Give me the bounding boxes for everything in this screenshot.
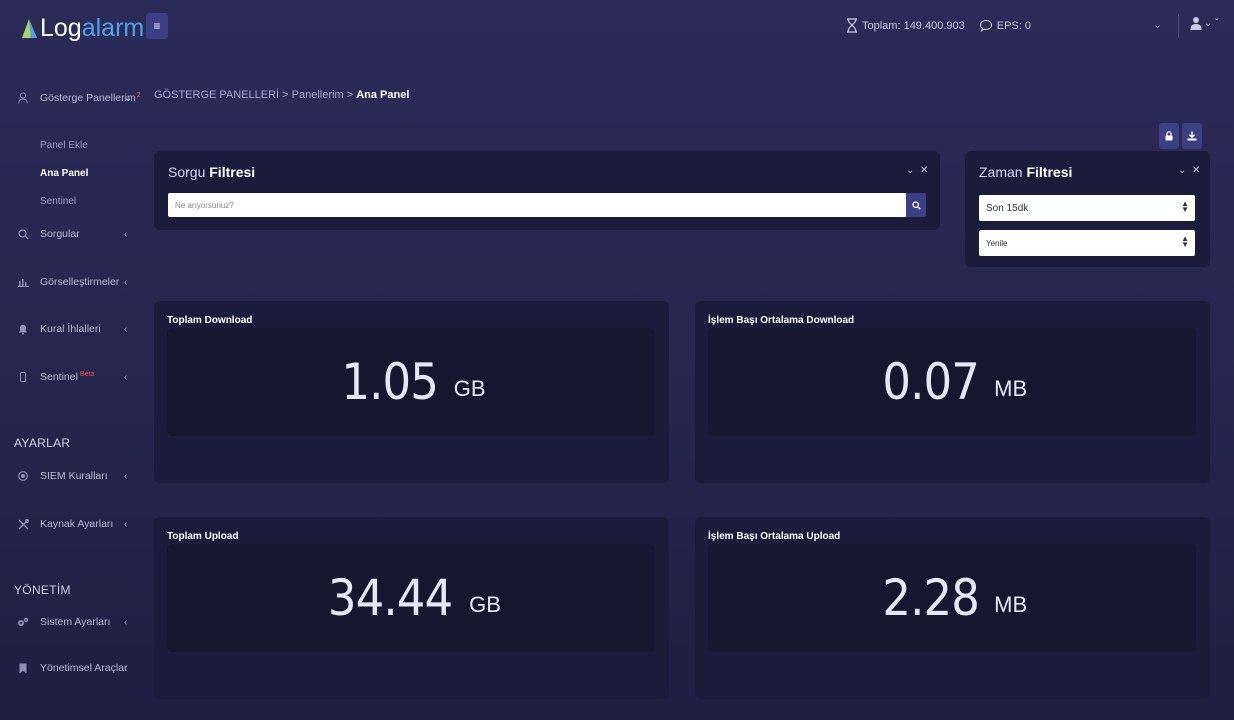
target-icon	[16, 471, 30, 481]
sidebar-item-label: Kaynak Ayarları	[40, 518, 114, 530]
metric-title: İşlem Başı Ortalama Upload	[708, 531, 841, 542]
chat-bubble-icon	[979, 19, 992, 32]
eps-value: EPS: 0	[996, 19, 1031, 32]
user-outline-icon	[16, 92, 30, 104]
sidebar: Gösterge Panellerim2 ⌄ Panel Ekle Ana Pa…	[0, 56, 141, 720]
total-stat: Toplam: 149.400.903	[846, 18, 965, 33]
time-range-select[interactable]: Son 15dk ▲ ▼	[979, 195, 1195, 221]
eps-stat: EPS: 0	[979, 19, 1031, 32]
download-button[interactable]	[1182, 123, 1202, 149]
close-icon[interactable]: ✕	[1192, 165, 1200, 176]
logo-text-alarm: alarm	[81, 14, 145, 42]
logo-text-log: Log	[40, 14, 82, 42]
sidebar-item-label: Sorgular	[40, 228, 80, 240]
search-icon	[911, 200, 921, 210]
sidebar-item-label: Yönetimsel Araçlar	[40, 662, 128, 674]
metric-title: Toplam Upload	[167, 531, 239, 542]
chevron-left-icon: ‹	[124, 616, 128, 628]
sidebar-item-label: Sentinel Beta	[40, 371, 95, 383]
download-icon	[1187, 131, 1197, 141]
beta-badge: Beta	[79, 371, 95, 378]
settings-heading: AYARLAR	[14, 436, 71, 450]
mobile-icon	[16, 372, 30, 382]
management-heading: YÖNETİM	[14, 583, 71, 597]
menu-toggle-button[interactable]: ≡	[146, 13, 168, 39]
refresh-select[interactable]: Yenile ▲ ▼	[979, 230, 1195, 256]
top-bar: Log alarm ≡ Toplam: 149.400.903 EPS: 0 ⌄ …	[0, 0, 1234, 56]
collapse-icon[interactable]: ⌄	[906, 165, 914, 176]
metric-unit: MB	[994, 592, 1028, 617]
header-stats: Toplam: 149.400.903 EPS: 0	[846, 18, 1045, 33]
header-divider	[1178, 14, 1179, 38]
metric-box: 0.07 MB	[708, 328, 1196, 436]
chevron-left-icon: ‹	[124, 518, 128, 530]
close-icon[interactable]: ✕	[920, 165, 928, 176]
chevron-left-icon: ‹	[124, 662, 128, 674]
search-button[interactable]	[906, 193, 926, 217]
chevron-left-icon: ‹	[124, 470, 128, 482]
bar-chart-icon	[16, 277, 30, 287]
time-range-value: Son 15dk	[986, 202, 1029, 214]
metric-title: İşlem Başı Ortalama Download	[708, 315, 855, 326]
metric-panel-total-download: Toplam Download 1.05 GB	[154, 301, 669, 483]
sidebar-subitem-main-panel[interactable]: Ana Panel	[40, 168, 88, 179]
metric-panel-avg-download: İşlem Başı Ortalama Download 0.07 MB	[695, 301, 1210, 483]
metric-value: 1.05	[341, 353, 439, 411]
metric-unit: GB	[469, 592, 501, 617]
sidebar-item-label: Kural İhlalleri	[40, 323, 101, 335]
metric-value: 2.28	[882, 569, 979, 627]
user-menu[interactable]: ⌄ ˇ	[1190, 16, 1219, 30]
sidebar-subitem-sentinel[interactable]: Sentinel	[40, 196, 76, 207]
refresh-value: Yenile	[986, 238, 1008, 248]
chevron-down-icon: ⌄	[124, 92, 133, 104]
tools-icon	[16, 518, 30, 530]
metric-value: 0.07	[882, 353, 979, 411]
logo[interactable]: Log alarm	[20, 14, 144, 43]
search-icon	[16, 228, 30, 240]
query-filter-title: Sorgu Filtresi	[168, 164, 256, 180]
breadcrumb-current: Ana Panel	[356, 89, 410, 101]
metric-panel-avg-upload: İşlem Başı Ortalama Upload 2.28 MB	[695, 517, 1210, 699]
time-filter-title: Zaman Filtresi	[979, 164, 1073, 180]
bookmark-icon	[16, 663, 30, 674]
sidebar-item-label: Görselleştirmeler	[40, 276, 120, 288]
lock-button[interactable]	[1159, 123, 1179, 149]
metric-panel-total-upload: Toplam Upload 34.44 GB	[154, 517, 669, 699]
select-arrows-icon: ▲ ▼	[1181, 234, 1189, 249]
chevron-left-icon: ‹	[124, 228, 128, 240]
chevron-left-icon: ‹	[124, 323, 128, 335]
breadcrumb-dashboards[interactable]: GÖSTERGE PANELLERİ	[154, 89, 279, 101]
metric-box: 2.28 MB	[708, 544, 1196, 652]
search-input[interactable]	[168, 193, 906, 217]
metric-unit: GB	[453, 376, 486, 401]
chevron-left-icon: ‹	[124, 276, 128, 288]
user-chevron: ⌄ ˇ	[1204, 17, 1219, 29]
collapse-icon[interactable]: ⌄	[1178, 165, 1186, 176]
total-count: Toplam: 149.400.903	[862, 19, 965, 32]
time-filter-panel: Zaman Filtresi ⌄ ✕ Son 15dk ▲ ▼ Yenile ▲ ▼	[965, 151, 1210, 267]
sidebar-item-label: Sistem Ayarları	[40, 616, 111, 628]
metric-box: 34.44 GB	[167, 544, 655, 652]
metric-box: 1.05 GB	[167, 328, 655, 436]
breadcrumb: GÖSTERGE PANELLERİ > Panellerim > Ana Pa…	[154, 89, 410, 101]
bell-icon	[16, 324, 30, 335]
sidebar-subitem-add-panel[interactable]: Panel Ekle	[40, 140, 88, 151]
dashboards-badge: 2	[136, 92, 141, 99]
query-filter-panel: Sorgu Filtresi ⌄ ✕	[154, 151, 940, 230]
gears-icon	[16, 617, 30, 628]
logo-icon	[22, 18, 37, 38]
chevron-down-icon[interactable]: ⌄	[1153, 18, 1162, 31]
metric-title: Toplam Download	[167, 315, 253, 326]
user-icon	[1190, 17, 1202, 30]
hourglass-icon	[847, 18, 857, 33]
sidebar-item-label: SIEM Kuralları	[40, 470, 108, 482]
metric-unit: MB	[994, 376, 1028, 401]
select-arrows-icon: ▲ ▼	[1181, 199, 1189, 214]
chevron-left-icon: ‹	[124, 371, 128, 383]
metric-value: 34.44	[327, 569, 453, 627]
lock-icon	[1165, 131, 1173, 141]
breadcrumb-my-panels[interactable]: Panellerim	[292, 89, 344, 101]
